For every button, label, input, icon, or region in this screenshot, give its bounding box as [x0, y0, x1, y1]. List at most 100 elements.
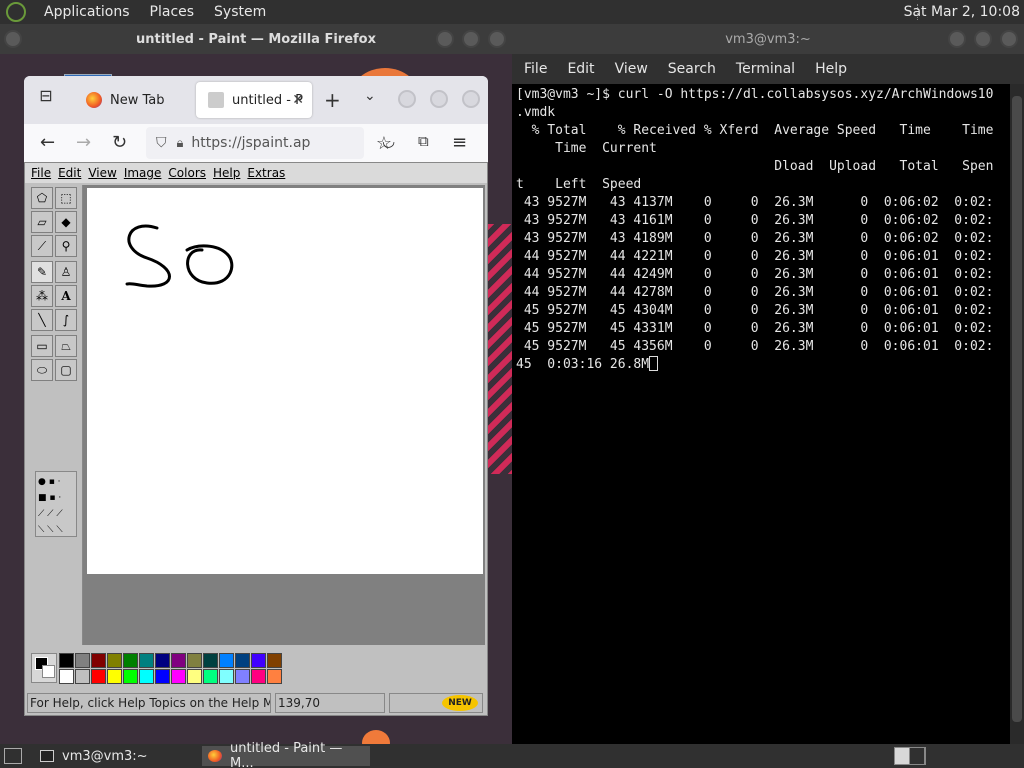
palette-swatch[interactable]: [123, 669, 138, 684]
firefox-titlebar[interactable]: untitled - Paint — Mozilla Firefox: [0, 24, 512, 54]
terminal-close-button[interactable]: [1000, 30, 1018, 48]
url-text[interactable]: https://jspaint.app/#: [191, 135, 311, 151]
firefox-maximize-button[interactable]: [430, 90, 448, 108]
brush-icon[interactable]: ♙: [55, 261, 77, 283]
tab-close-icon[interactable]: ✕: [292, 92, 304, 108]
firefox-close-button[interactable]: [462, 90, 480, 108]
palette-swatch[interactable]: [123, 653, 138, 668]
pocket-icon[interactable]: ◡: [382, 132, 395, 150]
tab-new-tab[interactable]: New Tab: [74, 82, 190, 118]
taskbar-firefox[interactable]: untitled - Paint — M...: [202, 741, 370, 768]
palette-swatch[interactable]: [187, 669, 202, 684]
fg-bg-colors[interactable]: [31, 653, 57, 683]
color-picker-icon[interactable]: ⟋: [31, 235, 53, 257]
list-tabs-chevron-icon[interactable]: ⌄: [364, 88, 376, 104]
polygon-icon[interactable]: ⏢: [55, 335, 77, 357]
firefox-view-icon[interactable]: ⊟: [34, 86, 58, 110]
terminal-maximize-button[interactable]: [974, 30, 992, 48]
line-icon[interactable]: ╲: [31, 309, 53, 331]
paint-menu-extras[interactable]: Extras: [247, 166, 285, 180]
paint-menu-colors[interactable]: Colors: [168, 166, 206, 180]
curve-icon[interactable]: ∫: [55, 309, 77, 331]
eraser-icon[interactable]: ▱: [31, 211, 53, 233]
clock[interactable]: Sat Mar 2, 10:08: [904, 4, 1020, 20]
maximize-button[interactable]: [462, 30, 480, 48]
hamburger-menu-icon[interactable]: ≡: [452, 132, 467, 153]
forward-arrow-icon[interactable]: →: [76, 132, 91, 153]
palette-swatch[interactable]: [91, 653, 106, 668]
palette-swatch[interactable]: [139, 669, 154, 684]
palette-swatch[interactable]: [59, 669, 74, 684]
palette-swatch[interactable]: [75, 669, 90, 684]
palette-swatch[interactable]: [251, 669, 266, 684]
drawing-canvas[interactable]: So: [87, 188, 483, 574]
terminal-titlebar[interactable]: vm3@vm3:~: [512, 24, 1024, 54]
palette-swatch[interactable]: [155, 669, 170, 684]
palette-swatch[interactable]: [267, 669, 282, 684]
applications-menu[interactable]: Applications: [34, 4, 140, 20]
palette-swatch[interactable]: [203, 653, 218, 668]
new-badge[interactable]: NEW: [442, 695, 478, 711]
palette-swatch[interactable]: [267, 653, 282, 668]
workspace-2[interactable]: [910, 748, 925, 764]
window-menu-button[interactable]: [4, 30, 22, 48]
tab-paint[interactable]: untitled - P ✕: [196, 82, 312, 118]
paint-menu-file[interactable]: File: [31, 166, 51, 180]
pencil-icon[interactable]: ✎: [31, 261, 53, 283]
firefox-minimize-button[interactable]: [398, 90, 416, 108]
tracking-shield-icon[interactable]: ⛉: [156, 135, 167, 151]
terminal-menu-help[interactable]: Help: [815, 61, 847, 77]
ellipse-icon[interactable]: ⬭: [31, 359, 53, 381]
palette-swatch[interactable]: [91, 669, 106, 684]
close-button[interactable]: [488, 30, 506, 48]
terminal-menu-terminal[interactable]: Terminal: [736, 61, 795, 77]
magnifier-icon[interactable]: ⚲: [55, 235, 77, 257]
tool-options[interactable]: ● ▪ · ■ ▪ · ⟋ ⟋ ⟋ ⟍ ⟍ ⟍: [35, 471, 77, 537]
paint-menu-image[interactable]: Image: [124, 166, 162, 180]
back-arrow-icon[interactable]: ←: [40, 132, 55, 153]
scrollbar-thumb[interactable]: [1012, 96, 1022, 722]
lock-icon[interactable]: 🔒︎: [177, 136, 184, 151]
paint-menu-help[interactable]: Help: [213, 166, 240, 180]
taskbar-terminal[interactable]: vm3@vm3:~: [34, 746, 198, 766]
workspace-1[interactable]: [895, 748, 910, 764]
rectangle-icon[interactable]: ▭: [31, 335, 53, 357]
palette-swatch[interactable]: [155, 653, 170, 668]
terminal-menu-edit[interactable]: Edit: [567, 61, 594, 77]
palette-swatch[interactable]: [235, 653, 250, 668]
palette-swatch[interactable]: [139, 653, 154, 668]
reload-icon[interactable]: ↻: [112, 132, 127, 153]
paint-menu-edit[interactable]: Edit: [58, 166, 81, 180]
terminal-menu-file[interactable]: File: [524, 61, 547, 77]
terminal-minimize-button[interactable]: [948, 30, 966, 48]
paint-menu-view[interactable]: View: [88, 166, 116, 180]
palette-swatch[interactable]: [251, 653, 266, 668]
terminal-menu-view[interactable]: View: [615, 61, 648, 77]
system-menu[interactable]: System: [204, 4, 276, 20]
rounded-rect-icon[interactable]: ▢: [55, 359, 77, 381]
palette-swatch[interactable]: [219, 669, 234, 684]
fill-bucket-icon[interactable]: ◆: [55, 211, 77, 233]
places-menu[interactable]: Places: [140, 4, 205, 20]
text-tool-icon[interactable]: A: [55, 285, 77, 307]
airbrush-icon[interactable]: ⁂: [31, 285, 53, 307]
palette-swatch[interactable]: [171, 653, 186, 668]
new-tab-button[interactable]: +: [324, 88, 341, 112]
url-bar[interactable]: ⛉ 🔒︎ https://jspaint.app/# ☆: [146, 127, 392, 159]
show-desktop-icon[interactable]: [4, 748, 22, 764]
palette-swatch[interactable]: [107, 653, 122, 668]
palette-swatch[interactable]: [171, 669, 186, 684]
rect-select-icon[interactable]: ⬚: [55, 187, 77, 209]
distro-logo-icon[interactable]: [6, 2, 26, 22]
background-color[interactable]: [42, 665, 55, 678]
workspace-switcher[interactable]: [894, 747, 926, 765]
palette-swatch[interactable]: [235, 669, 250, 684]
palette-swatch[interactable]: [75, 653, 90, 668]
palette-swatch[interactable]: [187, 653, 202, 668]
terminal-menu-search[interactable]: Search: [668, 61, 716, 77]
palette-swatch[interactable]: [59, 653, 74, 668]
free-select-icon[interactable]: ⬠: [31, 187, 53, 209]
extensions-icon[interactable]: ⧉: [418, 132, 429, 150]
terminal-scrollbar[interactable]: [1010, 84, 1024, 744]
palette-swatch[interactable]: [219, 653, 234, 668]
